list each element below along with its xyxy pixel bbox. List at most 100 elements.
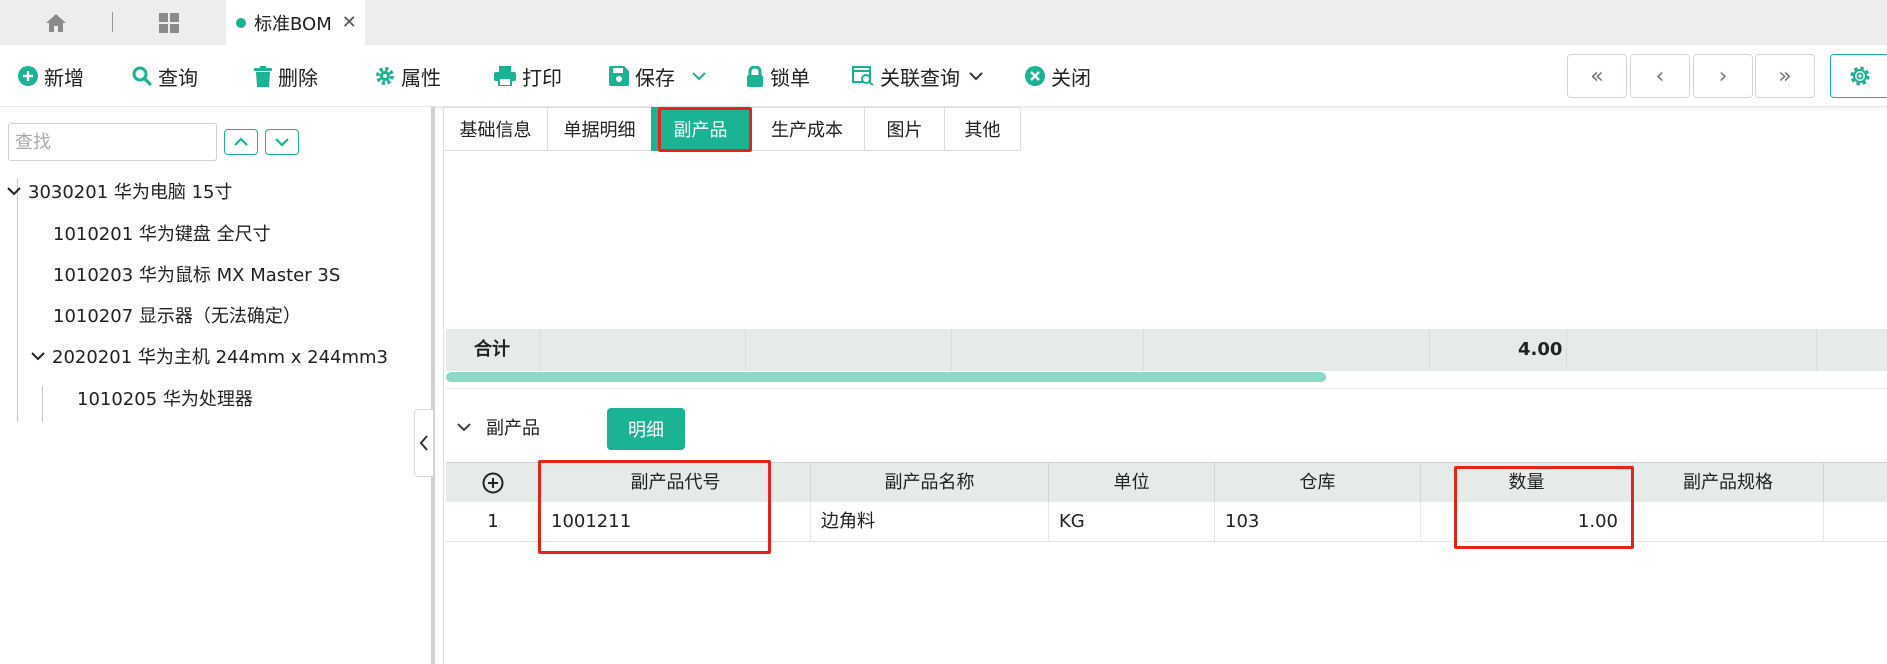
tab-basic-info[interactable]: 基础信息	[443, 107, 547, 151]
quantity-cell[interactable]: 1.00	[1421, 502, 1633, 542]
summary-cell	[952, 329, 1144, 371]
double-chevron-right-icon: »	[1778, 63, 1792, 89]
summary-row: 合计 4.00	[446, 329, 1887, 371]
tab-bar: 标准BOM ✕	[0, 0, 1887, 45]
active-dot-icon	[236, 17, 246, 28]
summary-total: 4.00	[1518, 339, 1563, 360]
related-query-icon	[852, 66, 874, 86]
divider	[446, 388, 1887, 389]
search-icon	[132, 66, 152, 86]
chevron-down-icon	[275, 138, 289, 147]
byproduct-section-header[interactable]: 副产品	[446, 402, 540, 452]
close-button[interactable]: 关闭	[1025, 45, 1091, 107]
find-next-button[interactable]	[265, 129, 299, 155]
save-button[interactable]: 保存	[609, 45, 713, 107]
chevron-left-icon: ‹	[1655, 63, 1665, 89]
tab-label: 单据明细	[563, 120, 636, 141]
byproduct-name-cell[interactable]: 边角料	[811, 502, 1049, 542]
chevron-up-icon	[234, 137, 248, 146]
unit-cell[interactable]: KG	[1049, 502, 1215, 542]
close-label: 关闭	[1051, 65, 1091, 90]
byproduct-code-cell[interactable]: 1001211	[541, 502, 811, 542]
lock-button[interactable]: 锁单	[746, 45, 810, 107]
home-icon	[46, 13, 66, 32]
table-row[interactable]: 1 1001211 边角料 KG 103 1.00	[446, 502, 1887, 542]
tab-bill-details[interactable]: 单据明细	[547, 107, 651, 151]
chevron-down-icon[interactable]	[691, 71, 707, 81]
horizontal-scrollbar[interactable]	[446, 372, 1326, 382]
first-record-button[interactable]: «	[1567, 54, 1627, 98]
column-header[interactable]: 单位	[1049, 463, 1215, 503]
document-tab-label: 标准BOM	[254, 13, 332, 35]
delete-button[interactable]: 删除	[254, 45, 318, 107]
tree-node-label: 1010207 显示器（无法确定）	[53, 306, 301, 327]
printer-icon	[494, 66, 516, 86]
save-icon	[609, 66, 629, 86]
section-title: 副产品	[486, 418, 540, 439]
add-row-icon[interactable]	[482, 472, 504, 494]
add-row-cell[interactable]	[446, 463, 541, 503]
tree-node[interactable]: 1010207 显示器（无法确定）	[53, 301, 301, 329]
next-record-button[interactable]: ›	[1693, 54, 1753, 98]
column-header[interactable]: 副产品代号	[541, 463, 811, 503]
detail-button[interactable]: 明细	[607, 408, 685, 450]
tab-label: 图片	[886, 120, 923, 141]
tab-other[interactable]: 其他	[944, 107, 1021, 151]
chevron-down-icon[interactable]	[6, 185, 22, 197]
summary-cell	[1567, 329, 1817, 371]
previous-record-button[interactable]: ‹	[1630, 54, 1690, 98]
add-label: 新增	[44, 65, 84, 90]
tree-node[interactable]: 1010205 华为处理器	[77, 384, 253, 412]
warehouse-cell[interactable]: 103	[1215, 502, 1421, 542]
apps-tab[interactable]	[113, 0, 225, 45]
properties-button[interactable]: 属性	[375, 45, 441, 107]
add-button[interactable]: 新增	[18, 45, 84, 107]
tree-node-label: 1010205 华为处理器	[77, 389, 253, 410]
home-tab[interactable]	[0, 0, 112, 45]
gear-icon	[376, 67, 394, 85]
summary-cell	[1144, 329, 1430, 371]
tab-label: 副产品	[673, 120, 728, 141]
tab-label: 生产成本	[771, 120, 843, 141]
collapse-panel-button[interactable]	[414, 409, 434, 477]
settings-button[interactable]	[1830, 54, 1887, 98]
query-button[interactable]: 查询	[132, 45, 198, 107]
spec-cell[interactable]	[1633, 502, 1824, 542]
double-chevron-left-icon: «	[1590, 63, 1604, 89]
grid-icon	[159, 12, 179, 33]
column-header[interactable]: 仓库	[1215, 463, 1421, 503]
chevron-down-icon[interactable]	[30, 350, 46, 362]
last-record-button[interactable]: »	[1755, 54, 1815, 98]
tree-node-label: 1010201 华为键盘 全尺寸	[53, 224, 271, 245]
related-query-button[interactable]: 关联查询	[852, 45, 990, 107]
tree-node-label: 1010203 华为鼠标 MX Master 3S	[53, 265, 341, 286]
column-header[interactable]: 副产品规格	[1633, 463, 1824, 503]
trash-icon	[254, 65, 272, 87]
tree-node[interactable]: 1010201 华为键盘 全尺寸	[53, 219, 271, 247]
detail-button-label: 明细	[628, 420, 664, 441]
chevron-left-icon	[419, 435, 428, 451]
tab-images[interactable]: 图片	[864, 107, 944, 151]
column-header[interactable]: 数量	[1421, 463, 1633, 503]
bom-tree-panel: 3030201 华为电脑 15寸 1010201 华为键盘 全尺寸 101020…	[0, 107, 431, 664]
document-tab[interactable]: 标准BOM ✕	[226, 0, 365, 45]
tree-node[interactable]: 1010203 华为鼠标 MX Master 3S	[53, 260, 340, 288]
byproduct-table-header: 副产品代号 副产品名称 单位 仓库 数量 副产品规格	[446, 462, 1887, 503]
tab-byproduct[interactable]: 副产品	[651, 107, 749, 151]
chevron-down-icon[interactable]	[968, 71, 984, 81]
tab-label: 其他	[964, 120, 1001, 141]
print-button[interactable]: 打印	[494, 45, 562, 107]
chevron-down-icon[interactable]	[456, 422, 472, 432]
tree-node-expanded[interactable]: 2020201 华为主机 244mm x 244mm3	[30, 342, 388, 370]
tree-node-label: 3030201 华为电脑 15寸	[28, 182, 233, 203]
close-tab-icon[interactable]: ✕	[342, 12, 357, 33]
tab-production-cost[interactable]: 生产成本	[749, 107, 864, 151]
row-index: 1	[446, 502, 541, 542]
find-previous-button[interactable]	[224, 129, 258, 155]
search-input[interactable]	[8, 123, 217, 161]
summary-cell	[541, 329, 746, 371]
tree-node-root[interactable]: 3030201 华为电脑 15寸	[6, 177, 233, 205]
panel-splitter[interactable]	[431, 107, 435, 664]
column-header[interactable]: 副产品名称	[811, 463, 1049, 503]
lock-label: 锁单	[770, 65, 810, 90]
